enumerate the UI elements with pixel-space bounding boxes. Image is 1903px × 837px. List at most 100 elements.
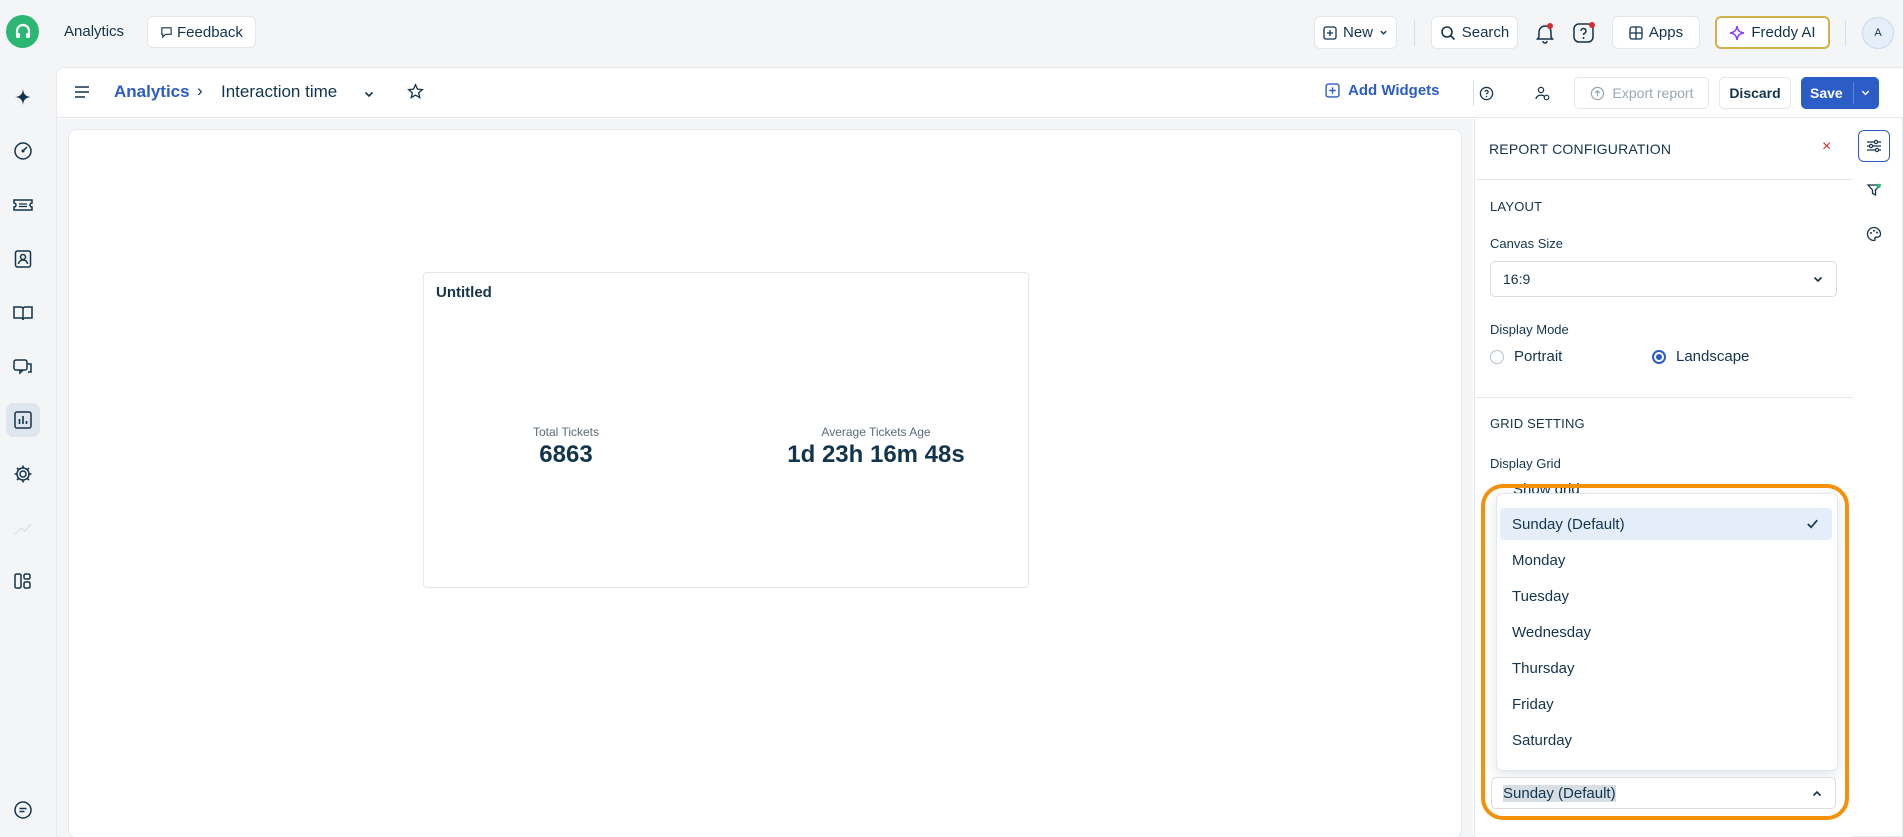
search-button[interactable]: Search: [1431, 16, 1518, 49]
info-icon: [1479, 86, 1493, 100]
sliders-icon: [1867, 139, 1881, 153]
trend-icon: [6, 511, 40, 545]
export-report-button[interactable]: Export report: [1574, 77, 1709, 109]
week-start-dropdown: Sunday (Default) Monday Tuesday Wednesda…: [1496, 493, 1838, 771]
theme-toggle[interactable]: [1858, 218, 1890, 250]
app-logo-icon[interactable]: [6, 15, 39, 48]
config-title: REPORT CONFIGURATION: [1489, 141, 1672, 157]
freddy-ai-button[interactable]: Freddy AI: [1715, 16, 1830, 49]
option-label: Wednesday: [1512, 623, 1591, 641]
report-toolbar: Analytics › Interaction time Add Widgets…: [57, 68, 1903, 118]
config-panel-toggle[interactable]: [1858, 130, 1890, 162]
marketplace-icon[interactable]: [6, 564, 40, 598]
discard-button[interactable]: Discard: [1719, 77, 1791, 109]
dropdown-option-sunday[interactable]: Sunday (Default): [1500, 508, 1832, 540]
share-button[interactable]: [1527, 77, 1557, 109]
plus-square-icon: [1325, 83, 1340, 98]
divider: [1853, 82, 1854, 104]
chat-icon[interactable]: [6, 793, 40, 827]
canvas-size-value: 16:9: [1503, 271, 1531, 287]
search-label: Search: [1461, 24, 1510, 41]
option-label: Thursday: [1512, 659, 1575, 677]
option-label: Monday: [1512, 551, 1566, 569]
apps-button[interactable]: Apps: [1612, 16, 1700, 49]
export-icon: [1590, 86, 1604, 100]
search-icon: [1440, 25, 1455, 40]
left-navigation: [0, 66, 46, 837]
widget-card[interactable]: Untitled Total Tickets 6863 Average Tick…: [423, 272, 1029, 588]
radio-circle-selected: [1652, 349, 1666, 364]
dropdown-option-friday[interactable]: Friday: [1500, 688, 1832, 720]
metric-value: 6863: [539, 441, 593, 468]
top-bar: Analytics Feedback New Search Apps Fredd…: [0, 0, 1903, 66]
metric-label: Average Tickets Age: [821, 425, 931, 439]
canvas-size-select[interactable]: 16:9: [1490, 261, 1837, 297]
week-start-selected-value: Sunday (Default): [1503, 784, 1616, 802]
conversations-icon[interactable]: [6, 350, 40, 384]
bell-icon: [1536, 22, 1554, 44]
save-button[interactable]: Save: [1801, 77, 1879, 109]
metric-value: 1d 23h 16m 48s: [787, 441, 965, 468]
portrait-radio[interactable]: Portrait: [1490, 348, 1562, 365]
metric-label: Total Tickets: [532, 425, 600, 439]
dropdown-option-tuesday[interactable]: Tuesday: [1500, 580, 1832, 612]
help-button[interactable]: [1569, 16, 1599, 49]
landscape-radio[interactable]: Landscape: [1652, 348, 1749, 365]
widget-title: Untitled: [436, 284, 492, 301]
metric-total-tickets: Total Tickets 6863: [496, 425, 636, 469]
portrait-label: Portrait: [1514, 348, 1563, 365]
palette-icon: [1866, 226, 1882, 242]
metric-average-tickets-age: Average Tickets Age 1d 23h 16m 48s: [756, 425, 996, 469]
canvas-area: Untitled Total Tickets 6863 Average Tick…: [57, 119, 1473, 837]
option-label: Saturday: [1512, 731, 1573, 749]
freddy-label: Freddy AI: [1751, 24, 1816, 41]
menu-icon[interactable]: [74, 85, 90, 102]
page-title: Interaction time: [221, 82, 338, 101]
apps-icon: [1629, 25, 1643, 40]
sparkle-nav-icon[interactable]: [6, 80, 40, 114]
chevron-down-icon: [1380, 30, 1387, 35]
info-button[interactable]: [1471, 77, 1501, 109]
filter-toggle[interactable]: [1858, 174, 1890, 206]
divider: [1475, 397, 1853, 398]
feedback-label: Feedback: [177, 23, 243, 41]
contacts-icon[interactable]: [6, 242, 40, 276]
dropdown-option-monday[interactable]: Monday: [1500, 544, 1832, 576]
divider: [1845, 20, 1846, 46]
layout-section-title: LAYOUT: [1490, 199, 1543, 214]
feedback-button[interactable]: Feedback: [147, 16, 256, 48]
grid-section-title: GRID SETTING: [1490, 416, 1585, 431]
week-start-select[interactable]: Sunday (Default): [1491, 777, 1836, 809]
add-widgets-label: Add Widgets: [1348, 82, 1440, 99]
divider: [1414, 20, 1415, 46]
breadcrumb-separator: ›: [197, 81, 203, 100]
dashboard-icon[interactable]: [6, 134, 40, 168]
avatar[interactable]: A: [1862, 17, 1894, 49]
canvas-size-label: Canvas Size: [1490, 236, 1563, 251]
display-grid-label: Display Grid: [1490, 456, 1561, 471]
settings-icon[interactable]: [6, 457, 40, 491]
landscape-label: Landscape: [1676, 348, 1750, 365]
new-label: New: [1342, 24, 1373, 41]
notifications-button[interactable]: [1530, 16, 1560, 49]
analytics-icon[interactable]: [6, 403, 40, 437]
chevron-down-icon: [1813, 276, 1823, 283]
star-icon[interactable]: [407, 83, 424, 103]
dropdown-option-wednesday[interactable]: Wednesday: [1500, 616, 1832, 648]
display-mode-label: Display Mode: [1490, 322, 1569, 337]
close-icon[interactable]: ×: [1822, 138, 1831, 156]
knowledge-base-icon[interactable]: [6, 296, 40, 330]
title-dropdown-icon[interactable]: [363, 87, 375, 103]
chevron-down-icon[interactable]: [1860, 87, 1871, 98]
tickets-icon[interactable]: [6, 188, 40, 222]
apps-label: Apps: [1648, 24, 1684, 41]
breadcrumb-analytics-link[interactable]: Analytics: [114, 82, 190, 102]
dropdown-option-saturday[interactable]: Saturday: [1500, 724, 1832, 756]
new-button[interactable]: New: [1314, 16, 1397, 49]
sparkle-icon: [1730, 25, 1745, 40]
option-label: Tuesday: [1512, 587, 1569, 605]
chat-bubble-icon: [161, 26, 172, 38]
filter-icon: [1866, 183, 1882, 197]
dropdown-option-thursday[interactable]: Thursday: [1500, 652, 1832, 684]
add-widgets-button[interactable]: Add Widgets: [1325, 82, 1440, 99]
